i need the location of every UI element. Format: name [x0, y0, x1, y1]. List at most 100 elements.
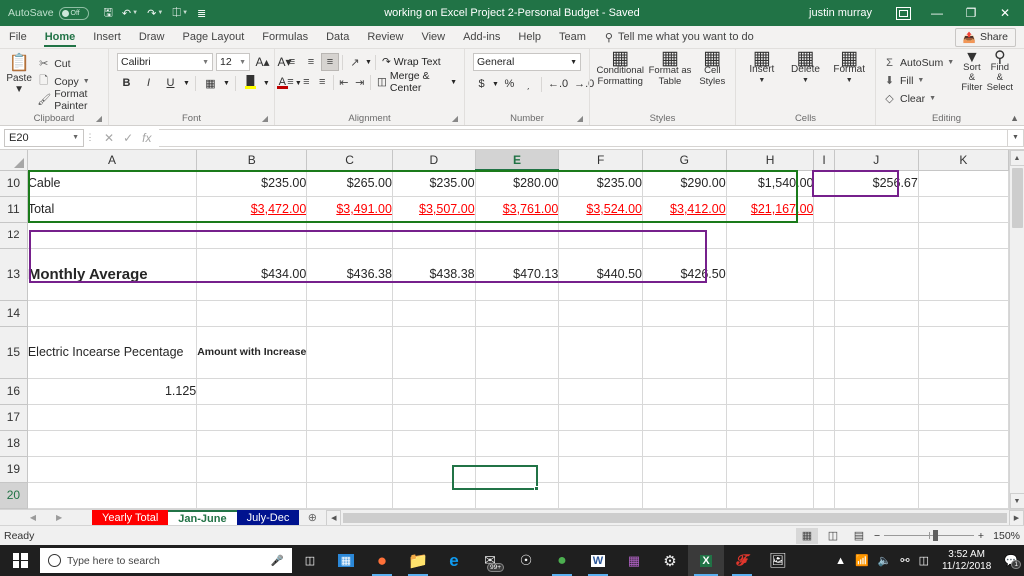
cell-c13[interactable]: $436.38: [306, 248, 393, 301]
increase-decimal-icon[interactable]: ←.0: [546, 75, 570, 93]
cell-b20[interactable]: [196, 482, 308, 509]
cell-a11[interactable]: Total: [27, 196, 198, 223]
sheet-tab-yearly-total[interactable]: Yearly Total: [92, 510, 169, 525]
clear-button[interactable]: ◇ Clear ▼: [880, 90, 957, 107]
previous-sheet-button[interactable]: ◀: [30, 513, 36, 522]
microphone-icon[interactable]: 🎤: [271, 554, 284, 567]
vertical-scroll-thumb[interactable]: [1011, 168, 1023, 228]
windows-start-icon[interactable]: [0, 545, 40, 576]
cell-e19[interactable]: [475, 456, 560, 483]
scroll-up-button[interactable]: ▲: [1009, 150, 1024, 166]
tab-draw[interactable]: Draw: [130, 26, 174, 48]
cell-f11[interactable]: $3,524.00: [558, 196, 643, 223]
cell-b10[interactable]: $235.00: [196, 170, 308, 197]
zoom-track[interactable]: [884, 530, 974, 541]
zoom-in-button[interactable]: +: [978, 530, 984, 542]
orientation-icon[interactable]: ↗: [346, 53, 364, 71]
delete-dropdown-arrow[interactable]: ▼: [802, 75, 809, 86]
worksheet-grid[interactable]: A B C D E F G H I J K 10 Cable $235.00 $…: [0, 150, 1009, 509]
cell-d10[interactable]: $235.00: [392, 170, 476, 197]
collapse-ribbon-button[interactable]: ▲: [1010, 113, 1019, 123]
microsoft-store-icon[interactable]: ▦: [328, 545, 364, 576]
cell-a18[interactable]: [27, 430, 198, 457]
share-button[interactable]: 📤 Share: [954, 27, 1016, 47]
bluetooth-icon[interactable]: ⚯: [900, 554, 909, 567]
row-header-19[interactable]: 19: [0, 456, 28, 483]
paste-dropdown-arrow[interactable]: ▼: [14, 84, 24, 95]
cell-j20[interactable]: [834, 482, 919, 509]
file-explorer-icon[interactable]: 📁: [400, 545, 436, 576]
cell-g17[interactable]: [642, 404, 727, 431]
cell-k13[interactable]: [918, 248, 1009, 301]
cell-k12[interactable]: [918, 222, 1009, 249]
font-name-box[interactable]: Calibri ▼: [117, 53, 213, 71]
cell-e13[interactable]: $470.13: [475, 248, 560, 301]
save-icon[interactable]: 🖫: [101, 3, 116, 24]
cell-k16[interactable]: [918, 378, 1009, 405]
battery-icon[interactable]: ◫: [919, 554, 929, 567]
tab-formulas[interactable]: Formulas: [253, 26, 317, 48]
webcam-icon[interactable]: ☉: [508, 545, 544, 576]
cell-b19[interactable]: [196, 456, 308, 483]
cell-g15[interactable]: [642, 326, 727, 379]
font-size-dropdown-arrow[interactable]: ▼: [239, 59, 246, 66]
cell-i14[interactable]: [813, 300, 835, 327]
cell-f10[interactable]: $235.00: [558, 170, 643, 197]
next-sheet-button[interactable]: ▶: [56, 513, 62, 522]
cell-d11[interactable]: $3,507.00: [392, 196, 476, 223]
zoom-out-button[interactable]: −: [874, 530, 880, 542]
format-cells-button[interactable]: ▦ Format ▼: [827, 49, 871, 86]
row-header-16[interactable]: 16: [0, 378, 28, 405]
column-header-j[interactable]: J: [834, 150, 919, 171]
currency-format-button[interactable]: $: [473, 75, 490, 93]
align-right-button[interactable]: ≡: [315, 73, 330, 91]
cell-a10[interactable]: Cable: [27, 170, 198, 197]
zoom-slider[interactable]: − +: [874, 530, 984, 542]
alignment-dialog-launcher[interactable]: ◢: [452, 112, 458, 125]
cell-d17[interactable]: [392, 404, 476, 431]
column-header-d[interactable]: D: [392, 150, 476, 171]
find-select-button[interactable]: ⚲ Find & Select: [987, 50, 1013, 93]
add-sheet-icon[interactable]: ⊕: [299, 510, 325, 525]
align-top-button[interactable]: ≡: [283, 53, 301, 71]
column-header-h[interactable]: H: [726, 150, 815, 171]
sort-filter-button[interactable]: ▼ Sort & Filter: [959, 50, 984, 93]
merge-dropdown-arrow[interactable]: ▼: [450, 79, 457, 86]
fill-color-dropdown-arrow[interactable]: ▼: [263, 80, 270, 87]
borders-icon[interactable]: ▦: [201, 74, 220, 92]
restore-button[interactable]: ❐: [954, 0, 988, 26]
customize-quick-access-icon[interactable]: ≣: [194, 6, 209, 21]
cell-d12[interactable]: [392, 222, 476, 249]
cell-g14[interactable]: [642, 300, 727, 327]
clear-dropdown-arrow[interactable]: ▼: [929, 95, 936, 102]
page-break-view-icon[interactable]: ▤: [848, 528, 870, 544]
horizontal-scroll-track[interactable]: [341, 509, 1009, 525]
cell-j14[interactable]: [834, 300, 919, 327]
fill-dropdown-arrow[interactable]: ▼: [917, 77, 924, 84]
touch-mode-icon[interactable]: ⎅ ▼: [169, 6, 191, 21]
orientation-dropdown-arrow[interactable]: ▼: [365, 59, 372, 66]
wrap-text-button[interactable]: ↷ Wrap Text: [379, 53, 444, 71]
cell-d13[interactable]: $438.38: [392, 248, 476, 301]
ribbon-display-options-icon[interactable]: [886, 0, 920, 26]
cell-c14[interactable]: [306, 300, 393, 327]
cell-i16[interactable]: [813, 378, 835, 405]
cell-h10[interactable]: $1,540.00: [726, 170, 815, 197]
column-header-k[interactable]: K: [918, 150, 1009, 171]
increase-indent-icon[interactable]: ⇥: [352, 73, 367, 91]
wifi-icon[interactable]: 📶: [855, 554, 869, 567]
row-header-11[interactable]: 11: [0, 196, 28, 223]
currency-dropdown-arrow[interactable]: ▼: [492, 81, 499, 88]
notifications-icon[interactable]: 💬 1: [1004, 554, 1021, 569]
column-header-i[interactable]: I: [813, 150, 835, 171]
cell-k18[interactable]: [918, 430, 1009, 457]
row-header-21[interactable]: 21: [0, 508, 28, 509]
formula-input[interactable]: [159, 128, 1008, 147]
cell-h13[interactable]: [726, 248, 815, 301]
cell-a20[interactable]: [27, 482, 198, 509]
cell-i13[interactable]: [813, 248, 835, 301]
settings-icon[interactable]: ⚙: [652, 545, 688, 576]
insert-function-icon[interactable]: fx: [142, 131, 151, 145]
merge-center-button[interactable]: ◫ Merge & Center ▼: [374, 70, 460, 94]
cell-g20[interactable]: [642, 482, 727, 509]
